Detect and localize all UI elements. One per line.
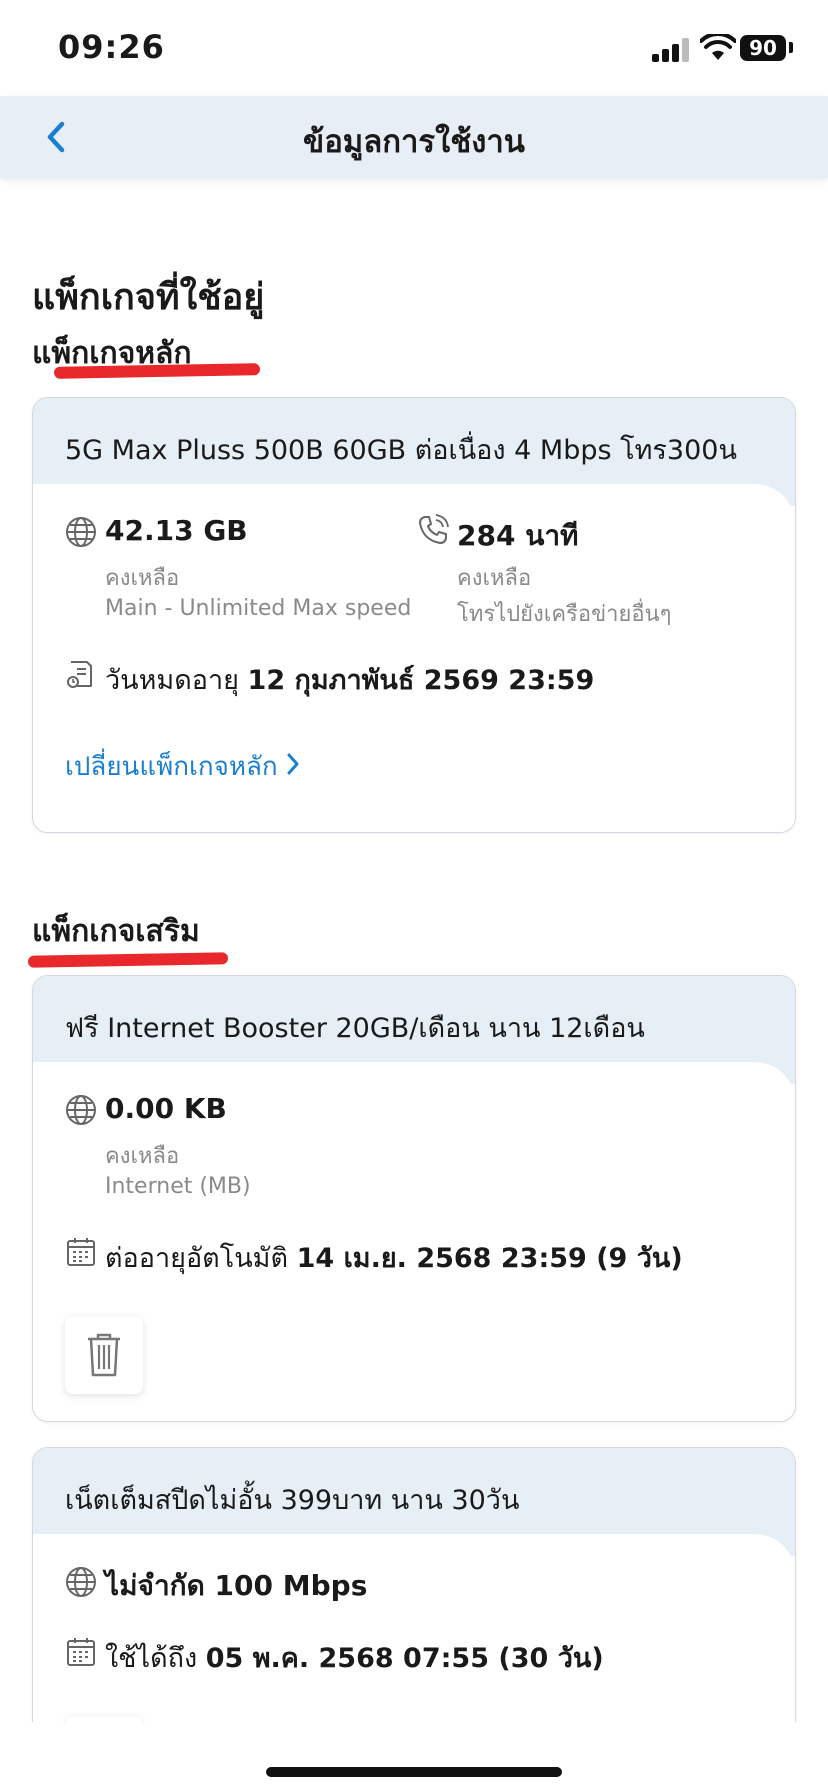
card-body: 0.00 KB คงเหลือ Internet (MB) ต่ออายุอัต… [33, 1062, 795, 1421]
battery-tip [789, 42, 793, 53]
expiry-value: 12 กุมภาพันธ์ 2569 23:59 [247, 665, 595, 696]
call-remaining-value: 284 นาที [457, 519, 579, 552]
current-packages-title: แพ็กเกจที่ใช้อยู่ [32, 277, 265, 318]
call-description: โทรไปยังเครือข่ายอื่นๆ [457, 602, 672, 627]
chevron-right-icon[interactable] [283, 750, 303, 778]
annotation-underline [53, 363, 261, 379]
data-remaining-value: 42.13 GB [105, 514, 248, 547]
trash-icon [88, 1333, 120, 1377]
signal-icon [652, 38, 690, 62]
change-main-package-label: เปลี่ยนแพ็กเกจหลัก [65, 752, 278, 782]
call-remaining-label: คงเหลือ [457, 566, 532, 591]
nav-header: ข้อมูลการใช้งาน [0, 96, 828, 178]
change-main-package-link[interactable]: เปลี่ยนแพ็กเกจหลัก [65, 746, 278, 787]
data-remaining-value: 0.00 KB [105, 1092, 227, 1125]
addon-package-title: แพ็กเกจเสริม [32, 914, 200, 949]
package-name: ฟรี Internet Booster 20GB/เดือน นาน 12เด… [65, 1013, 645, 1044]
data-remaining-label: คงเหลือ [105, 566, 180, 591]
data-description: Internet (MB) [105, 1174, 251, 1199]
globe-icon [66, 1095, 96, 1125]
calendar-icon [67, 1638, 95, 1666]
delete-package-button[interactable] [65, 1316, 143, 1394]
valid-until-line: ใช้ได้ถึง 05 พ.ค. 2568 07:55 (30 วัน) [105, 1636, 604, 1679]
expiry-line: วันหมดอายุ 12 กุมภาพันธ์ 2569 23:59 [105, 658, 594, 701]
data-remaining-label: คงเหลือ [105, 1144, 180, 1169]
battery-indicator: 90 [740, 35, 786, 61]
addon-package-card: ฟรี Internet Booster 20GB/เดือน นาน 12เด… [32, 975, 796, 1422]
card-body: 42.13 GB คงเหลือ Main - Unlimited Max sp… [33, 484, 795, 832]
globe-icon [66, 1567, 96, 1597]
phone-icon [419, 514, 449, 544]
globe-icon [66, 517, 96, 547]
page-title: ข้อมูลการใช้งาน [303, 124, 525, 160]
renew-line: ต่ออายุอัตโนมัติ 14 เม.ย. 2568 23:59 (9 … [105, 1236, 683, 1279]
home-indicator[interactable] [266, 1767, 562, 1777]
bottom-safe-area [0, 1722, 828, 1792]
main-package-card: 5G Max Pluss 500B 60GB ต่อเนื่อง 4 Mbps … [32, 397, 796, 833]
status-time: 09:26 [58, 28, 165, 66]
annotation-underline [27, 952, 229, 968]
renew-label: ต่ออายุอัตโนมัติ [105, 1243, 288, 1274]
calendar-icon [67, 1238, 95, 1266]
expiry-label: วันหมดอายุ [105, 665, 239, 696]
wifi-icon [700, 34, 736, 60]
renew-value: 14 เม.ย. 2568 23:59 (9 วัน) [296, 1243, 683, 1274]
valid-label: ใช้ได้ถึง [105, 1643, 198, 1674]
data-description: Main - Unlimited Max speed [105, 596, 412, 621]
package-name: เน็ตเต็มสปีดไม่อั้น 399บาท นาน 30วัน [65, 1485, 520, 1516]
data-value: ไม่จำกัด 100 Mbps [105, 1569, 368, 1602]
package-name: 5G Max Pluss 500B 60GB ต่อเนื่อง 4 Mbps … [65, 435, 737, 466]
status-bar: 09:26 90 [0, 0, 828, 96]
valid-value: 05 พ.ค. 2568 07:55 (30 วัน) [205, 1643, 604, 1674]
expiry-document-icon [67, 661, 92, 688]
